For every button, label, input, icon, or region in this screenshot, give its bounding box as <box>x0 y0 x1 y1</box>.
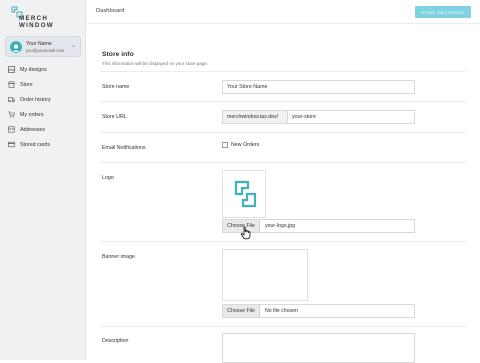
sidebar-item-label: My designs <box>20 66 47 73</box>
divider <box>100 241 466 242</box>
logo-label: Logo <box>102 175 114 181</box>
description-textarea[interactable] <box>222 333 415 363</box>
cart-icon <box>8 111 15 118</box>
new-orders-checkbox[interactable] <box>222 142 228 148</box>
store-name-label: Store name <box>102 84 130 90</box>
sidebar-item-store[interactable]: Store <box>0 77 86 92</box>
brand-logo[interactable]: MERCH WINDOW <box>11 6 71 32</box>
email-notifications-label: Email Notifications <box>102 145 146 151</box>
start-designing-button[interactable]: START DESIGNING <box>415 6 471 18</box>
avatar <box>10 40 22 53</box>
banner-file-name: No file chosen <box>265 308 298 314</box>
banner-choose-file-button[interactable]: Choose File <box>223 305 260 317</box>
card-icon <box>8 141 15 148</box>
banner-file-input[interactable]: Choose File No file chosen <box>222 304 415 318</box>
sidebar-item-label: Order history <box>20 96 51 103</box>
store-name-input[interactable]: Your Store Name <box>222 80 415 94</box>
sidebar-item-my-orders[interactable]: My orders <box>0 107 86 122</box>
designs-icon <box>8 66 15 73</box>
logo-preview-icon <box>234 180 257 208</box>
section-title: Store info <box>102 51 134 58</box>
store-url-label: Store URL <box>102 114 127 120</box>
new-orders-label[interactable]: New Orders <box>231 142 259 148</box>
sidebar-item-addresses[interactable]: Addresses <box>0 122 86 137</box>
banner-preview <box>222 249 308 301</box>
description-label: Description <box>102 338 129 344</box>
sidebar-item-stored-cards[interactable]: Stored cards <box>0 137 86 152</box>
sidebar-item-my-designs[interactable]: My designs <box>0 62 86 77</box>
user-name: Your Name <box>26 41 52 47</box>
brand-line2: WINDOW <box>19 22 54 29</box>
brand-wordmark: MERCH WINDOW <box>19 15 54 29</box>
top-bar: Dashboard START DESIGNING <box>86 0 480 24</box>
divider <box>100 162 466 163</box>
divider <box>100 101 466 102</box>
page-title: Dashboard <box>96 8 125 14</box>
store-url-value: your-store <box>292 114 316 120</box>
divider <box>100 326 466 327</box>
address-icon <box>8 126 15 133</box>
user-menu[interactable]: Your Name you@youremail.com ⌄ <box>5 36 81 57</box>
sidebar-item-label: Store <box>20 81 33 88</box>
sidebar-item-order-history[interactable]: Order history <box>0 92 86 107</box>
store-icon <box>8 81 15 88</box>
store-url-input[interactable]: your-store <box>287 110 415 124</box>
banner-image-label: Banner image <box>102 254 135 260</box>
divider <box>100 71 466 72</box>
sidebar-item-label: Stored cards <box>20 141 51 148</box>
store-url-prefix: merchwindow.tas.dev/ <box>222 110 288 124</box>
hand-cursor-icon <box>240 226 251 240</box>
section-subtitle: This information will be displayed on yo… <box>102 61 209 66</box>
truck-icon <box>8 97 15 103</box>
user-icon <box>12 44 20 52</box>
divider <box>100 132 466 133</box>
sidebar-nav: My designs Store Order history My orders <box>0 62 86 152</box>
logo-preview <box>222 170 266 218</box>
logo-file-name: your-logo.jpg <box>265 223 295 229</box>
sidebar: MERCH WINDOW Your Name you@youremail.com… <box>0 0 86 360</box>
brand-line1: MERCH <box>19 15 49 22</box>
store-name-value: Your Store Name <box>227 84 268 90</box>
chevron-down-icon: ⌄ <box>70 43 76 49</box>
sidebar-item-label: My orders <box>20 111 44 118</box>
user-email: you@youremail.com <box>26 48 65 53</box>
sidebar-item-label: Addresses <box>20 126 46 133</box>
